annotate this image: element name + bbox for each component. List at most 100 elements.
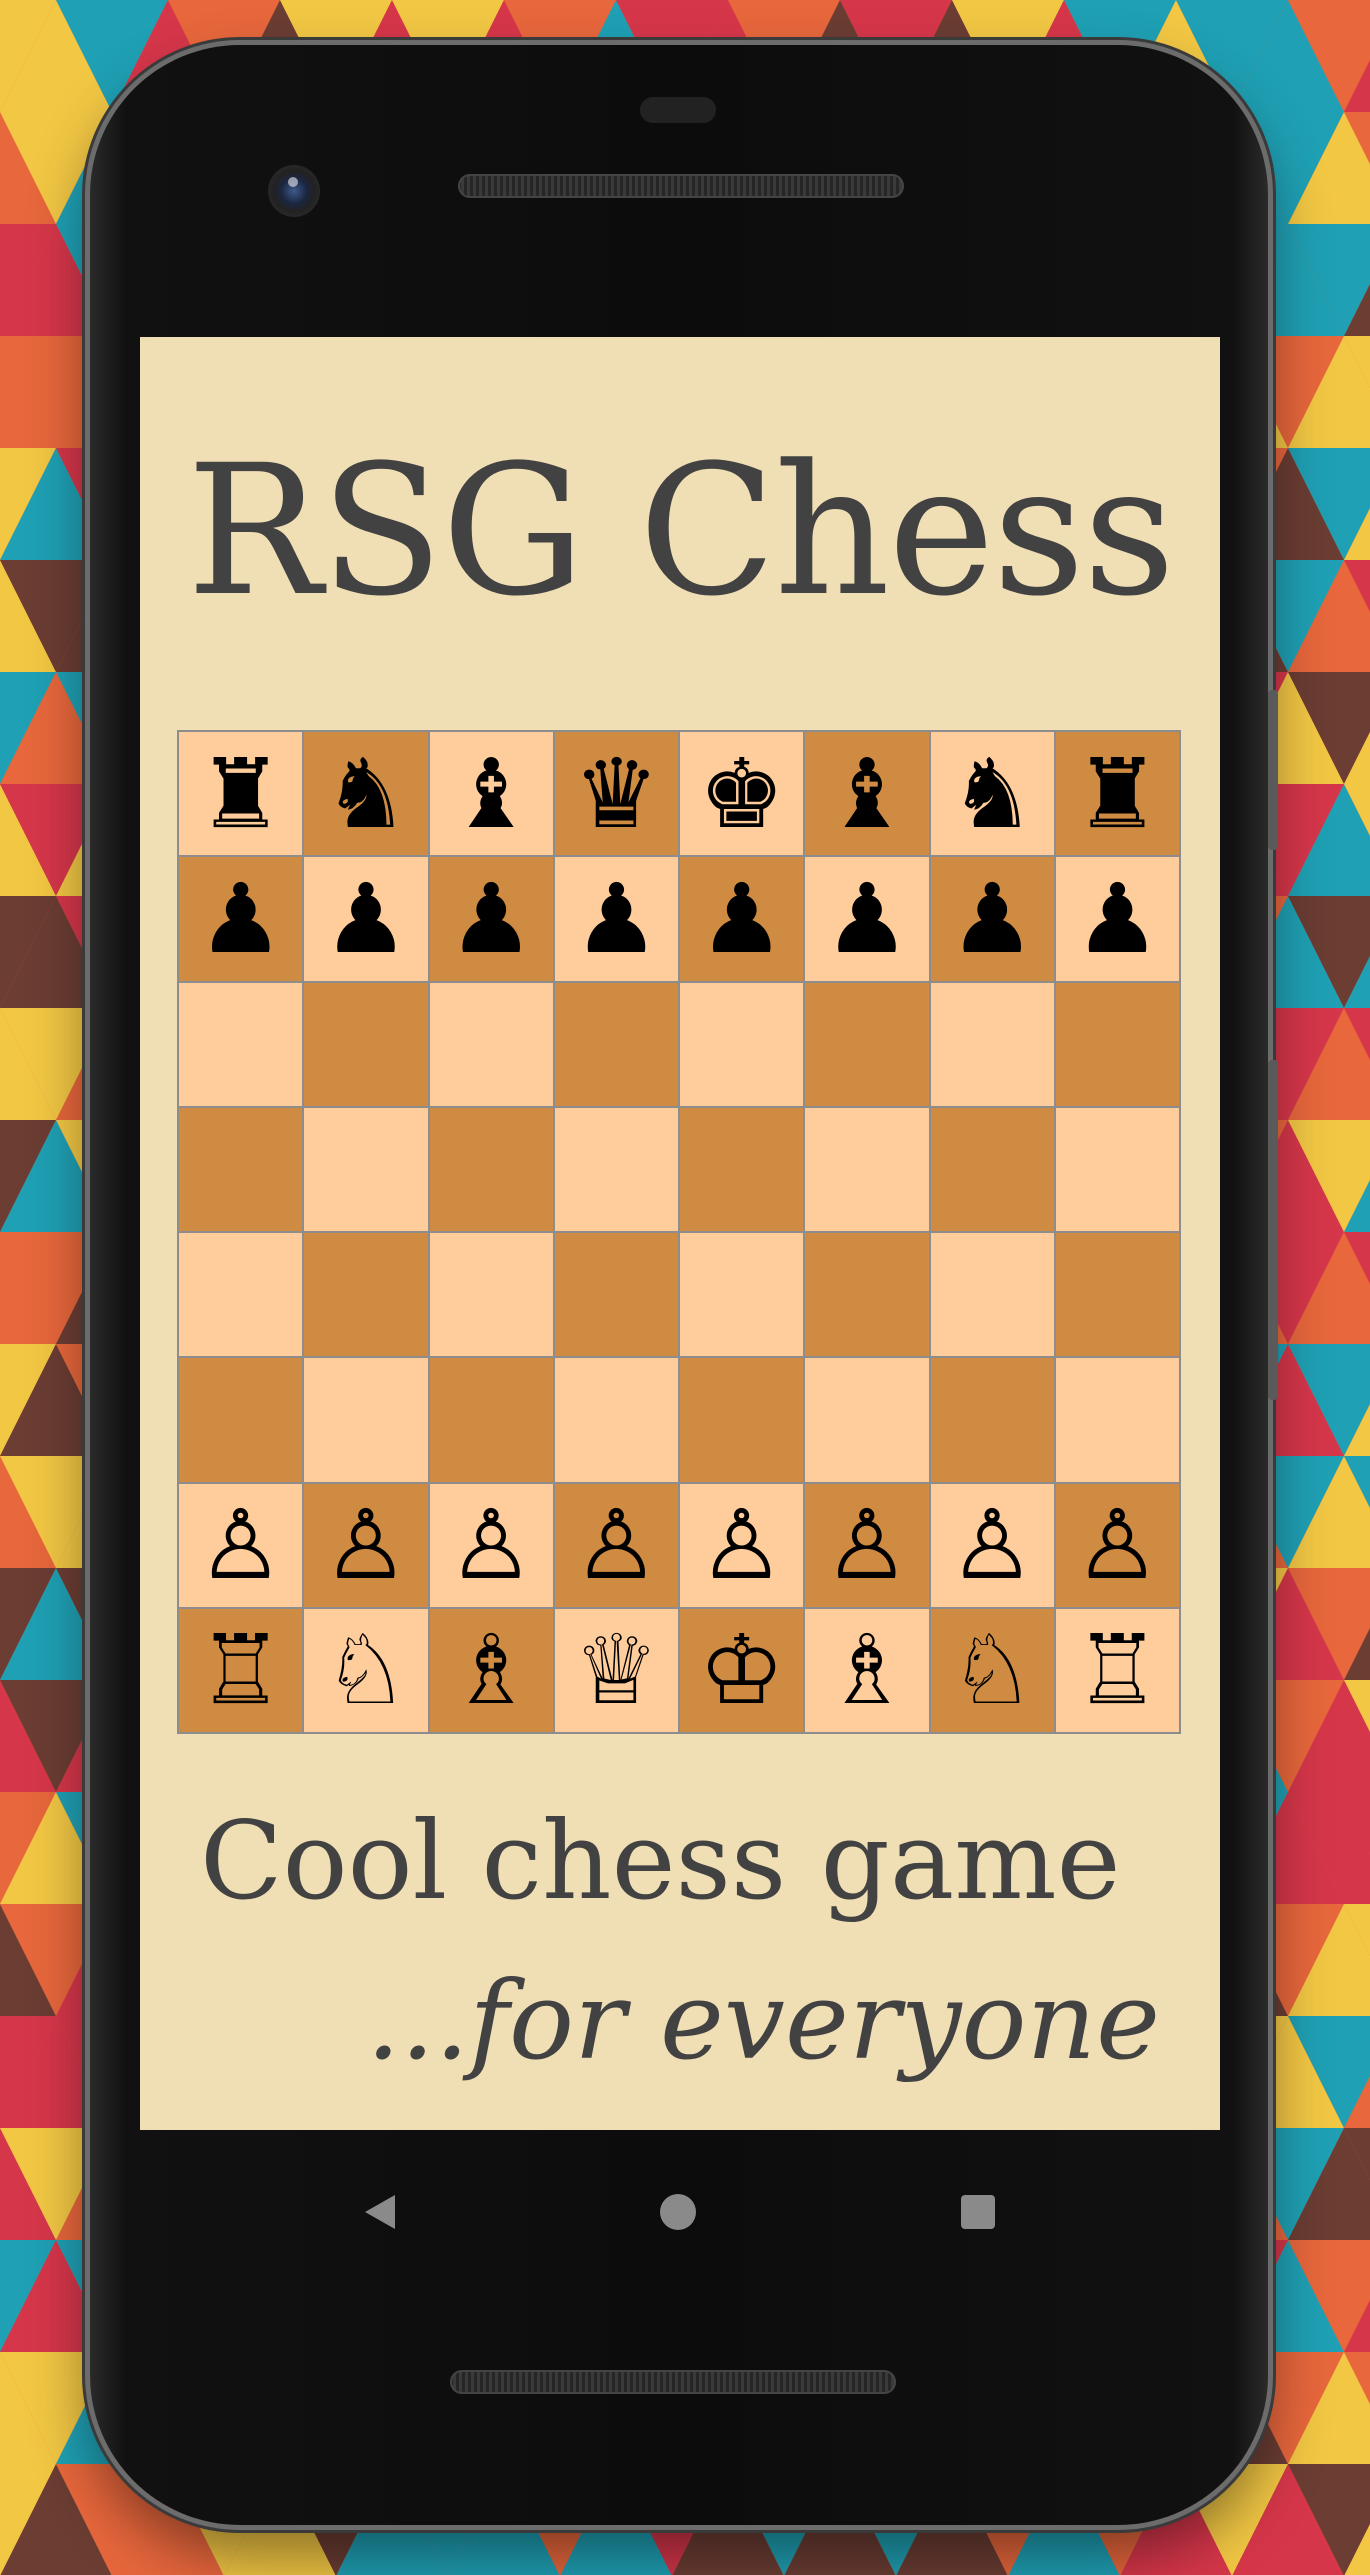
square-h5[interactable]: [1055, 1107, 1179, 1231]
square-e7[interactable]: ♟: [680, 857, 804, 981]
square-f1[interactable]: ♗: [805, 1608, 929, 1732]
white-knight-icon[interactable]: ♘: [323, 1622, 409, 1718]
white-rook-icon[interactable]: ♖: [198, 1622, 284, 1718]
square-d2[interactable]: ♙: [554, 1483, 678, 1607]
black-pawn-icon[interactable]: ♟: [448, 871, 534, 967]
square-f6[interactable]: [805, 982, 929, 1106]
white-rook-icon[interactable]: ♖: [1074, 1622, 1160, 1718]
white-pawn-icon[interactable]: ♙: [448, 1497, 534, 1593]
white-pawn-icon[interactable]: ♙: [323, 1497, 409, 1593]
square-f2[interactable]: ♙: [805, 1483, 929, 1607]
square-c3[interactable]: [429, 1358, 553, 1482]
square-c2[interactable]: ♙: [429, 1483, 553, 1607]
square-a2[interactable]: ♙: [179, 1483, 303, 1607]
square-f4[interactable]: [805, 1233, 929, 1357]
square-f7[interactable]: ♟: [805, 857, 929, 981]
nav-recents-button[interactable]: [958, 2192, 998, 2232]
square-c4[interactable]: [429, 1233, 553, 1357]
square-g4[interactable]: [930, 1233, 1054, 1357]
black-king-icon[interactable]: ♚: [699, 746, 785, 842]
white-pawn-icon[interactable]: ♙: [824, 1497, 910, 1593]
square-h7[interactable]: ♟: [1055, 857, 1179, 981]
square-g3[interactable]: [930, 1358, 1054, 1482]
black-knight-icon[interactable]: ♞: [949, 746, 1035, 842]
square-g7[interactable]: ♟: [930, 857, 1054, 981]
white-knight-icon[interactable]: ♘: [949, 1622, 1035, 1718]
square-a3[interactable]: [179, 1358, 303, 1482]
square-d6[interactable]: [554, 982, 678, 1106]
square-h8[interactable]: ♜: [1055, 732, 1179, 856]
chess-board[interactable]: ♜ ♞ ♝ ♛ ♚ ♝ ♞ ♜ ♟ ♟ ♟ ♟ ♟ ♟ ♟ ♟ ♙ ♙ ♙ ♙ ♙ ♙ ♙ ♙ ♖ ♘ ♗ ♕ ♔ ♗ ♘ ♖: [177, 730, 1181, 1734]
black-pawn-icon[interactable]: ♟: [824, 871, 910, 967]
black-queen-icon[interactable]: ♛: [573, 746, 659, 842]
square-b7[interactable]: ♟: [304, 857, 428, 981]
square-c8[interactable]: ♝: [429, 732, 553, 856]
square-b5[interactable]: [304, 1107, 428, 1231]
square-g6[interactable]: [930, 982, 1054, 1106]
black-bishop-icon[interactable]: ♝: [824, 746, 910, 842]
white-pawn-icon[interactable]: ♙: [198, 1497, 284, 1593]
white-king-icon[interactable]: ♔: [699, 1622, 785, 1718]
square-c7[interactable]: ♟: [429, 857, 553, 981]
square-a1[interactable]: ♖: [179, 1608, 303, 1732]
square-f8[interactable]: ♝: [805, 732, 929, 856]
square-g2[interactable]: ♙: [930, 1483, 1054, 1607]
square-e6[interactable]: [680, 982, 804, 1106]
square-d7[interactable]: ♟: [554, 857, 678, 981]
square-b6[interactable]: [304, 982, 428, 1106]
square-f3[interactable]: [805, 1358, 929, 1482]
white-pawn-icon[interactable]: ♙: [1074, 1497, 1160, 1593]
square-d1[interactable]: ♕: [554, 1608, 678, 1732]
square-h3[interactable]: [1055, 1358, 1179, 1482]
square-e2[interactable]: ♙: [680, 1483, 804, 1607]
square-b4[interactable]: [304, 1233, 428, 1357]
square-b2[interactable]: ♙: [304, 1483, 428, 1607]
square-d8[interactable]: ♛: [554, 732, 678, 856]
black-knight-icon[interactable]: ♞: [323, 746, 409, 842]
black-pawn-icon[interactable]: ♟: [1074, 871, 1160, 967]
square-h2[interactable]: ♙: [1055, 1483, 1179, 1607]
square-d5[interactable]: [554, 1107, 678, 1231]
white-queen-icon[interactable]: ♕: [573, 1622, 659, 1718]
square-a7[interactable]: ♟: [179, 857, 303, 981]
square-c5[interactable]: [429, 1107, 553, 1231]
square-a8[interactable]: ♜: [179, 732, 303, 856]
square-g1[interactable]: ♘: [930, 1608, 1054, 1732]
nav-home-button[interactable]: [658, 2192, 698, 2232]
black-pawn-icon[interactable]: ♟: [323, 871, 409, 967]
square-c6[interactable]: [429, 982, 553, 1106]
square-b1[interactable]: ♘: [304, 1608, 428, 1732]
white-pawn-icon[interactable]: ♙: [699, 1497, 785, 1593]
square-g8[interactable]: ♞: [930, 732, 1054, 856]
square-h6[interactable]: [1055, 982, 1179, 1106]
square-a6[interactable]: [179, 982, 303, 1106]
square-e4[interactable]: [680, 1233, 804, 1357]
square-f5[interactable]: [805, 1107, 929, 1231]
black-rook-icon[interactable]: ♜: [1074, 746, 1160, 842]
black-pawn-icon[interactable]: ♟: [699, 871, 785, 967]
square-h4[interactable]: [1055, 1233, 1179, 1357]
white-pawn-icon[interactable]: ♙: [573, 1497, 659, 1593]
white-pawn-icon[interactable]: ♙: [949, 1497, 1035, 1593]
black-pawn-icon[interactable]: ♟: [949, 871, 1035, 967]
white-bishop-icon[interactable]: ♗: [824, 1622, 910, 1718]
square-a4[interactable]: [179, 1233, 303, 1357]
square-a5[interactable]: [179, 1107, 303, 1231]
square-e5[interactable]: [680, 1107, 804, 1231]
black-pawn-icon[interactable]: ♟: [573, 871, 659, 967]
square-e1[interactable]: ♔: [680, 1608, 804, 1732]
square-e8[interactable]: ♚: [680, 732, 804, 856]
black-bishop-icon[interactable]: ♝: [448, 746, 534, 842]
black-pawn-icon[interactable]: ♟: [198, 871, 284, 967]
nav-back-button[interactable]: [360, 2192, 400, 2232]
square-g5[interactable]: [930, 1107, 1054, 1231]
white-bishop-icon[interactable]: ♗: [448, 1622, 534, 1718]
square-h1[interactable]: ♖: [1055, 1608, 1179, 1732]
square-d4[interactable]: [554, 1233, 678, 1357]
square-e3[interactable]: [680, 1358, 804, 1482]
square-d3[interactable]: [554, 1358, 678, 1482]
black-rook-icon[interactable]: ♜: [198, 746, 284, 842]
square-c1[interactable]: ♗: [429, 1608, 553, 1732]
square-b3[interactable]: [304, 1358, 428, 1482]
square-b8[interactable]: ♞: [304, 732, 428, 856]
